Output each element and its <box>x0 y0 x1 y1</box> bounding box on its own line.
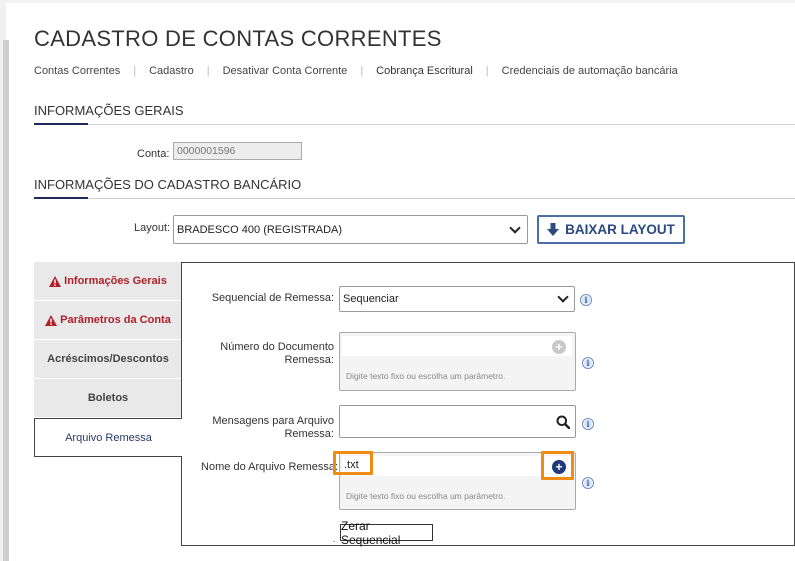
numero-doc-input[interactable] <box>342 336 572 356</box>
highlight-filename-field <box>333 451 373 475</box>
account-field: 0000001596 <box>173 142 302 160</box>
tab-acrescimos-descontos[interactable]: Acréscimos/Descontos <box>34 340 182 379</box>
highlight-add-parameter <box>541 451 574 480</box>
search-icon[interactable] <box>556 415 570 429</box>
mensagens-label: Mensagens para Arquivo Remessa: <box>200 415 334 441</box>
breadcrumb-cobranca-escritural[interactable]: Cobrança Escritural <box>376 65 473 77</box>
layout-select-value: BRADESCO 400 (REGISTRADA) <box>177 224 343 236</box>
numero-doc-hint: Digite texto fixo ou escolha um parâmetr… <box>346 371 506 381</box>
breadcrumb-contas-correntes[interactable]: Contas Correntes <box>34 65 120 77</box>
layout-label: Layout: <box>134 222 171 234</box>
account-label: Conta: <box>137 148 170 160</box>
left-scroll-rail[interactable] <box>3 40 9 561</box>
breadcrumb-separator: | <box>360 65 364 77</box>
nome-arquivo-input[interactable]: .txt <box>342 456 572 476</box>
chevron-down-icon <box>509 222 521 234</box>
breadcrumb-desativar[interactable]: Desativar Conta Corrente <box>223 65 348 77</box>
breadcrumb-separator: | <box>206 65 210 77</box>
mensagens-label-line2: Remessa: <box>284 428 334 440</box>
mensagens-label-line1: Mensagens para Arquivo <box>212 415 334 427</box>
tab-label: Acréscimos/Descontos <box>47 353 169 365</box>
breadcrumb-cadastro[interactable]: Cadastro <box>149 65 194 77</box>
tab-boletos[interactable]: Boletos <box>34 379 182 418</box>
info-icon[interactable]: i <box>582 477 594 489</box>
nome-arquivo-label: Nome do Arquivo Remessa: <box>201 461 338 473</box>
warning-icon <box>49 275 62 287</box>
breadcrumb-separator: | <box>485 65 489 77</box>
download-layout-label: BAIXAR LAYOUT <box>565 222 675 237</box>
tab-label: Boletos <box>87 392 129 404</box>
tab-label: Arquivo Remessa <box>65 431 152 444</box>
warning-icon <box>45 314 58 326</box>
breadcrumb-credenciais[interactable]: Credenciais de automação bancária <box>502 65 678 77</box>
tab-list: Informações Gerais Parâmetros da Conta A… <box>34 262 182 457</box>
zerar-sequencial-button[interactable]: Zerar Sequencial <box>340 519 433 547</box>
info-icon[interactable]: i <box>582 418 594 430</box>
numero-doc-label-line1: Número do Documento <box>220 341 334 353</box>
sequencial-select[interactable]: Sequenciar <box>339 286 575 312</box>
plus-circle-icon[interactable]: + <box>552 340 566 354</box>
nome-arquivo-hint: Digite texto fixo ou escolha um parâmetr… <box>346 491 506 501</box>
chevron-down-icon <box>557 291 569 303</box>
section-underline <box>34 123 88 125</box>
section-title-general: INFORMAÇÕES GERAIS <box>34 103 184 118</box>
info-icon[interactable]: i <box>582 357 594 369</box>
download-layout-button[interactable]: BAIXAR LAYOUT <box>537 215 685 244</box>
layout-select[interactable]: BRADESCO 400 (REGISTRADA) <box>173 215 528 244</box>
section-divider <box>34 198 795 199</box>
section-title-bank: INFORMAÇÕES DO CADASTRO BANCÁRIO <box>34 177 302 192</box>
zerar-dot: . <box>333 534 336 544</box>
sequencial-label: Sequencial de Remessa: <box>211 292 334 304</box>
breadcrumb-separator: | <box>133 65 137 77</box>
section-underline <box>34 197 88 199</box>
download-arrow-icon <box>547 222 560 236</box>
page-title: CADASTRO DE CONTAS CORRENTES <box>34 26 442 51</box>
tab-arquivo-remessa[interactable]: Arquivo Remessa <box>34 418 182 457</box>
tab-label: Informações Gerais <box>64 275 167 287</box>
section-divider <box>34 124 795 125</box>
top-strip <box>0 0 795 3</box>
breadcrumb: Contas Correntes | Cadastro | Desativar … <box>34 65 678 77</box>
tab-parametros-conta[interactable]: Parâmetros da Conta <box>34 301 182 340</box>
numero-doc-label: Número do Documento Remessa: <box>200 341 334 367</box>
sequencial-select-value: Sequenciar <box>343 293 399 305</box>
mensagens-input[interactable] <box>339 405 576 438</box>
tab-informacoes-gerais[interactable]: Informações Gerais <box>34 262 182 301</box>
numero-doc-param-box: + Digite texto fixo ou escolha um parâme… <box>339 332 576 391</box>
info-icon[interactable]: i <box>580 294 592 306</box>
numero-doc-label-line2: Remessa: <box>284 354 334 366</box>
tab-label: Parâmetros da Conta <box>60 314 171 326</box>
